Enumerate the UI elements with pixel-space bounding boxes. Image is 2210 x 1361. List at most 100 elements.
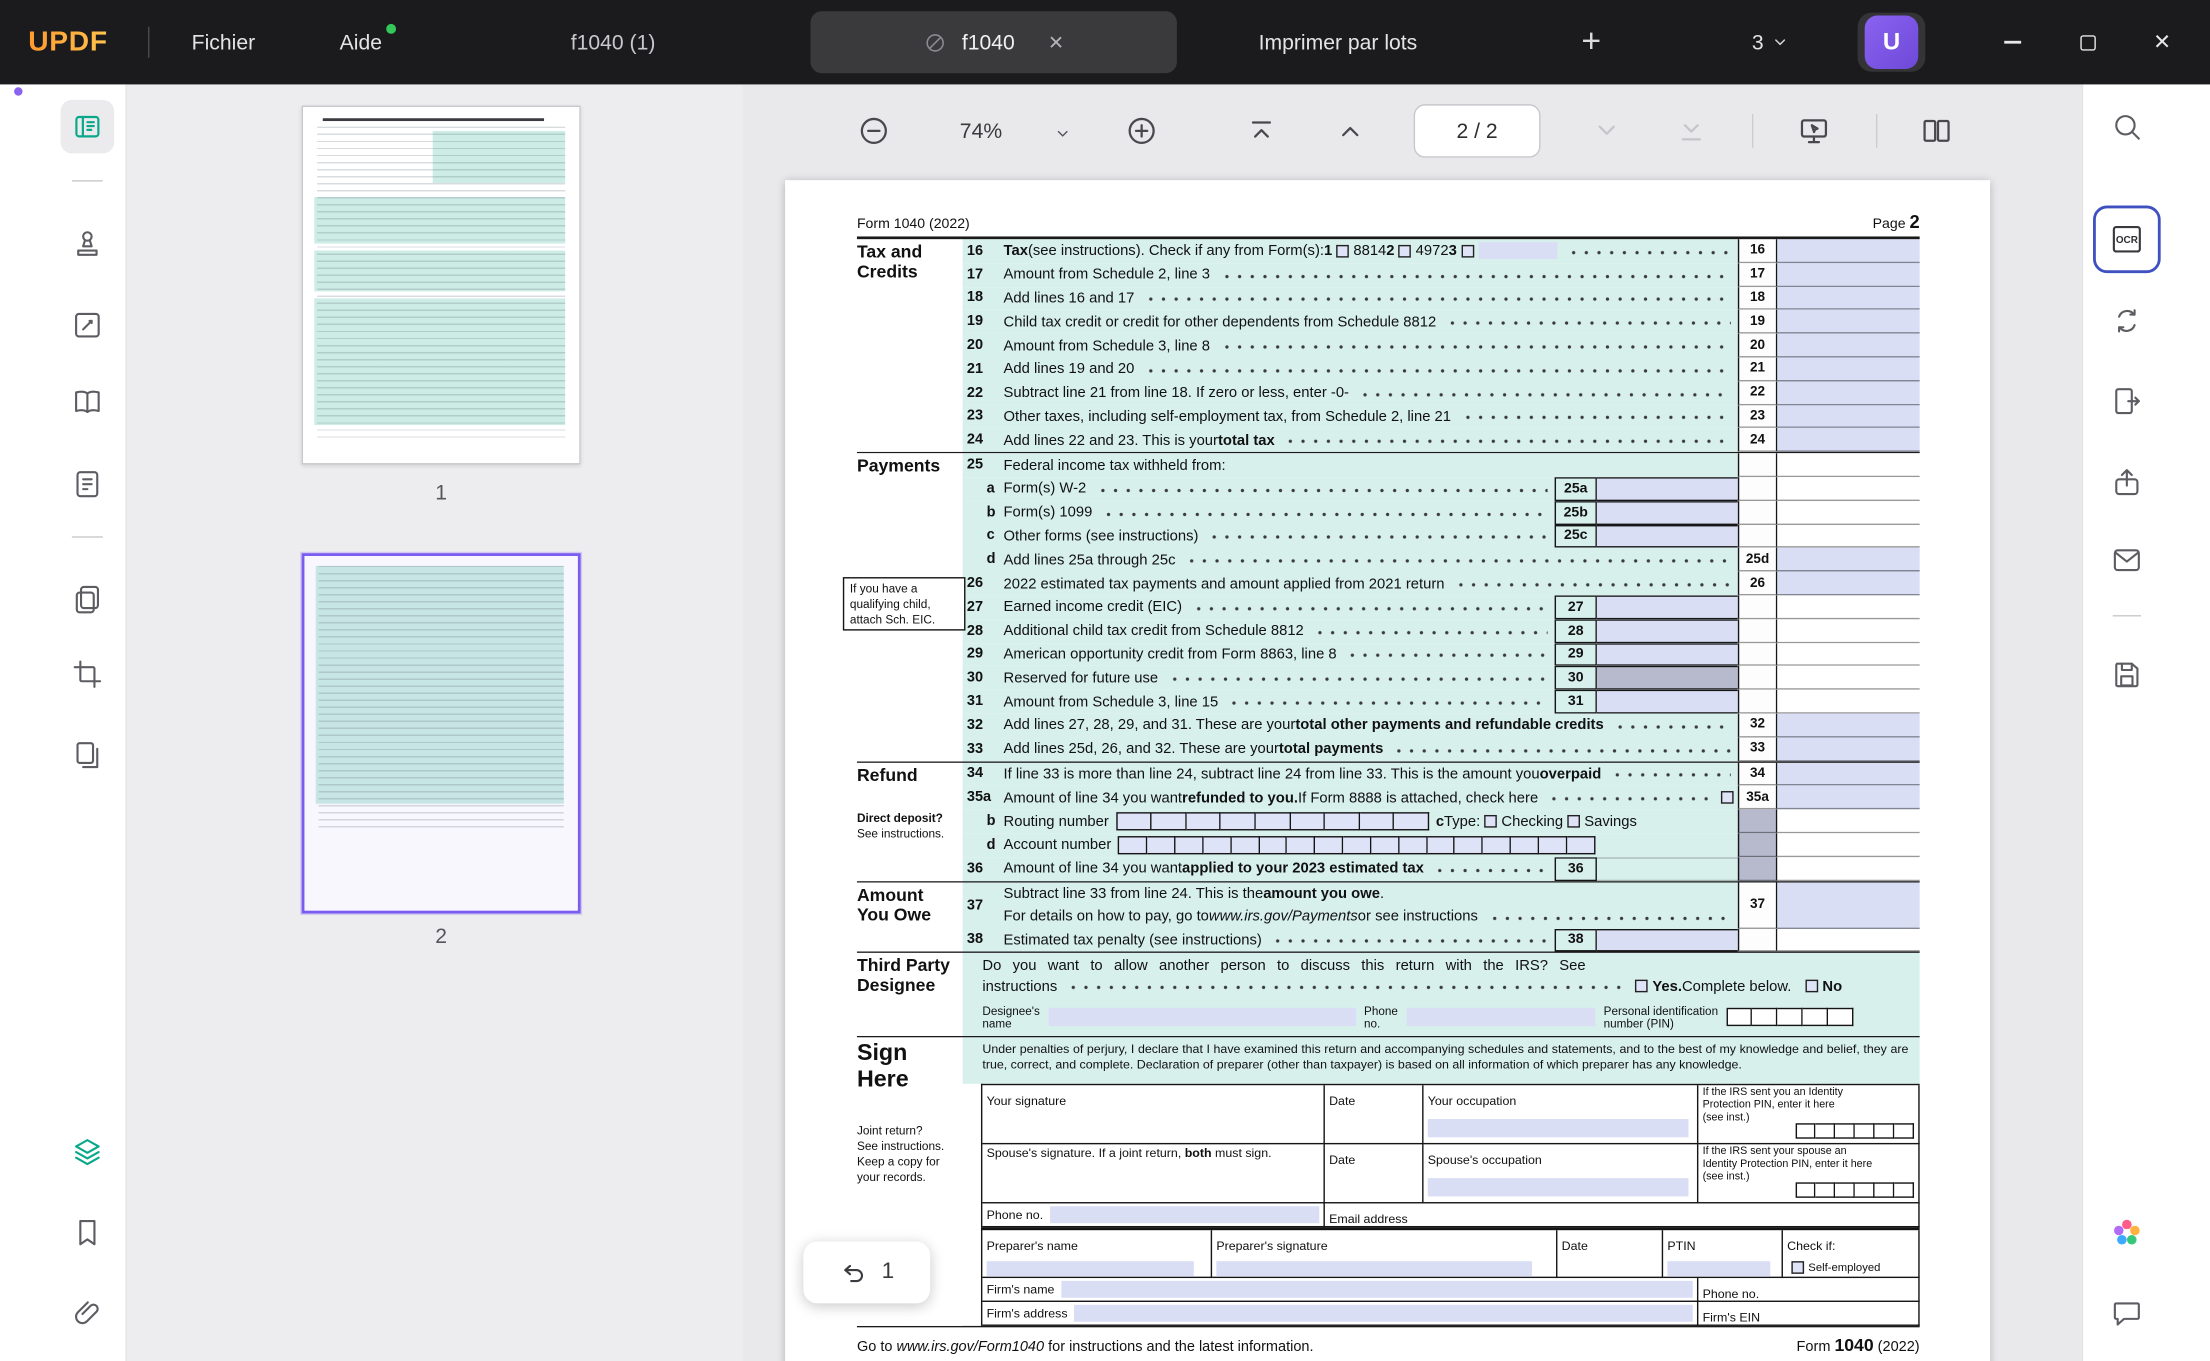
annotate-tool-button[interactable]	[70, 308, 104, 342]
checkbox[interactable]	[1461, 245, 1474, 258]
page-number-input[interactable]: 2 / 2	[1414, 104, 1541, 157]
edit-page-button[interactable]	[70, 467, 104, 501]
spouse-occupation-field[interactable]	[1428, 1179, 1689, 1197]
checkbox[interactable]	[1336, 245, 1349, 258]
amount-field[interactable]	[1777, 786, 1919, 810]
zoom-out-button[interactable]	[857, 114, 891, 148]
amount-field[interactable]	[1777, 334, 1919, 358]
designee-phone-field[interactable]	[1406, 1008, 1595, 1026]
crop-tool-button[interactable]	[70, 657, 104, 691]
joint-return-note: Joint return? See instructions. Keep a c…	[857, 1124, 963, 1185]
amount-field[interactable]	[1777, 882, 1919, 928]
firm-name-field[interactable]	[1061, 1281, 1692, 1298]
input-field[interactable]	[1597, 666, 1738, 690]
undo-button[interactable]: 1	[803, 1241, 930, 1303]
input-field[interactable]	[1597, 524, 1738, 548]
phone-field[interactable]	[1050, 1207, 1319, 1224]
checkbox[interactable]	[1721, 791, 1734, 804]
input-field[interactable]	[1597, 595, 1738, 619]
read-mode-button[interactable]	[70, 384, 104, 418]
maximize-button[interactable]	[2069, 0, 2106, 84]
designee-name-field[interactable]	[1048, 1008, 1355, 1026]
amount-field[interactable]	[1777, 357, 1919, 381]
amount-field[interactable]	[1777, 762, 1919, 786]
tab-f1040-1[interactable]: f1040 (1)	[507, 0, 718, 84]
spouse-ip-pin-boxes[interactable]	[1796, 1183, 1914, 1198]
email-button[interactable]	[2110, 543, 2144, 577]
your-occupation-field[interactable]	[1428, 1119, 1689, 1137]
amount-field[interactable]	[1777, 263, 1919, 287]
amount-field[interactable]	[1777, 287, 1919, 311]
tab-f1040[interactable]: f1040 ×	[810, 11, 1176, 73]
zoom-dropdown-caret[interactable]	[1054, 124, 1071, 141]
input-field[interactable]	[1597, 477, 1738, 501]
menu-aide-label: Aide	[340, 30, 382, 54]
share-button[interactable]	[2110, 466, 2144, 500]
menu-fichier[interactable]: Fichier	[192, 0, 255, 84]
convert-button[interactable]	[2110, 304, 2144, 338]
batch-print-button[interactable]: Imprimer par lots	[1259, 0, 1418, 84]
zoom-in-button[interactable]	[1125, 114, 1159, 148]
no-checkbox[interactable]	[1805, 980, 1818, 993]
account-button[interactable]: U	[1858, 13, 1926, 72]
go-to-first-page-button[interactable]	[1245, 114, 1279, 148]
ocr-button[interactable]: OCR	[2093, 206, 2161, 274]
preparer-name-field[interactable]	[987, 1262, 1194, 1279]
layers-panel-button[interactable]	[70, 1134, 104, 1168]
amount-field[interactable]	[1777, 310, 1919, 334]
checkbox[interactable]	[1399, 245, 1412, 258]
save-button[interactable]	[2110, 657, 2144, 691]
go-to-last-page-button[interactable]	[1674, 114, 1708, 148]
line-ref: 38	[1555, 928, 1597, 952]
menu-aide[interactable]: Aide	[340, 0, 382, 84]
amount-field[interactable]	[1777, 572, 1919, 596]
designee-pin-boxes[interactable]	[1727, 1008, 1854, 1026]
thumbnail-panel-button[interactable]	[61, 100, 115, 153]
amount-field[interactable]	[1777, 714, 1919, 738]
amount-field[interactable]	[1777, 737, 1919, 761]
attachment-panel-button[interactable]	[70, 1296, 104, 1330]
amount-field[interactable]	[1777, 548, 1919, 572]
preparer-signature-field[interactable]	[1216, 1262, 1531, 1279]
self-employed-checkbox[interactable]	[1791, 1262, 1804, 1275]
export-page-button[interactable]	[2110, 384, 2144, 418]
amount-field[interactable]	[1777, 428, 1919, 452]
next-page-button[interactable]	[1590, 114, 1624, 148]
amount-field[interactable]	[1777, 381, 1919, 405]
input-field[interactable]	[1597, 690, 1738, 714]
close-button[interactable]: ×	[2144, 0, 2181, 84]
stamp-tool-button[interactable]	[70, 227, 104, 261]
new-tab-button[interactable]: +	[1570, 0, 1612, 84]
ip-pin-boxes[interactable]	[1796, 1124, 1914, 1139]
tab-close-icon[interactable]: ×	[1049, 30, 1064, 55]
ptin-field[interactable]	[1667, 1262, 1770, 1279]
yes-checkbox[interactable]	[1635, 980, 1648, 993]
digit-boxes[interactable]	[1118, 836, 1594, 854]
digit-boxes[interactable]	[1116, 812, 1429, 830]
zoom-level[interactable]: 74%	[937, 114, 1024, 148]
input-field[interactable]	[1597, 501, 1738, 525]
input-field[interactable]	[1597, 619, 1738, 643]
updf-logo[interactable]: UPDF	[28, 0, 108, 84]
minimize-button[interactable]	[1994, 0, 2031, 84]
input-field[interactable]	[1597, 643, 1738, 667]
previous-page-button[interactable]	[1333, 114, 1367, 148]
checkbox[interactable]	[1567, 815, 1580, 828]
amount-field[interactable]	[1777, 405, 1919, 429]
firm-address-field[interactable]	[1075, 1305, 1693, 1322]
presentation-mode-button[interactable]	[1797, 114, 1831, 148]
input-field[interactable]	[1597, 928, 1738, 952]
page-thumbnail-2[interactable]	[302, 553, 581, 913]
two-page-view-button[interactable]	[1920, 114, 1954, 148]
search-button[interactable]	[2110, 110, 2144, 144]
comments-button[interactable]	[2110, 1296, 2144, 1330]
window-count-dropdown[interactable]: 3	[1752, 0, 1789, 84]
organize-pages-button[interactable]	[70, 583, 104, 617]
extract-pages-button[interactable]	[70, 738, 104, 772]
page-thumbnail-1[interactable]	[302, 106, 581, 465]
bookmark-panel-button[interactable]	[70, 1216, 104, 1250]
input-field[interactable]	[1478, 243, 1557, 260]
ai-assistant-button[interactable]	[2110, 1216, 2144, 1250]
amount-field[interactable]	[1777, 239, 1919, 263]
checkbox[interactable]	[1484, 815, 1497, 828]
